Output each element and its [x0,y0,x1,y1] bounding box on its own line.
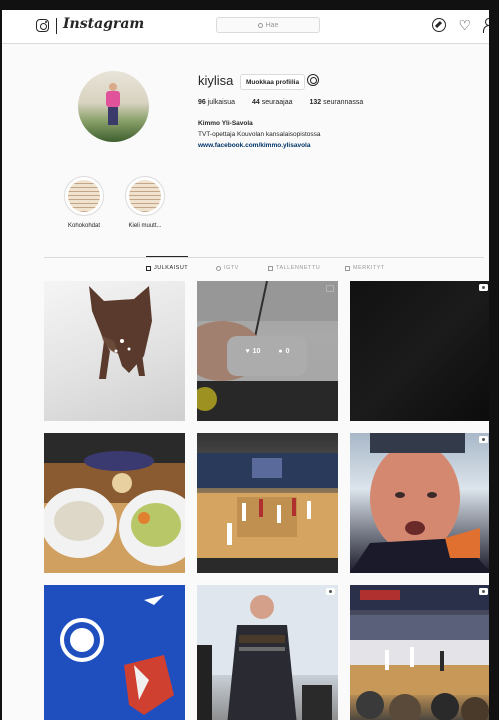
window-frame-border [0,0,499,720]
